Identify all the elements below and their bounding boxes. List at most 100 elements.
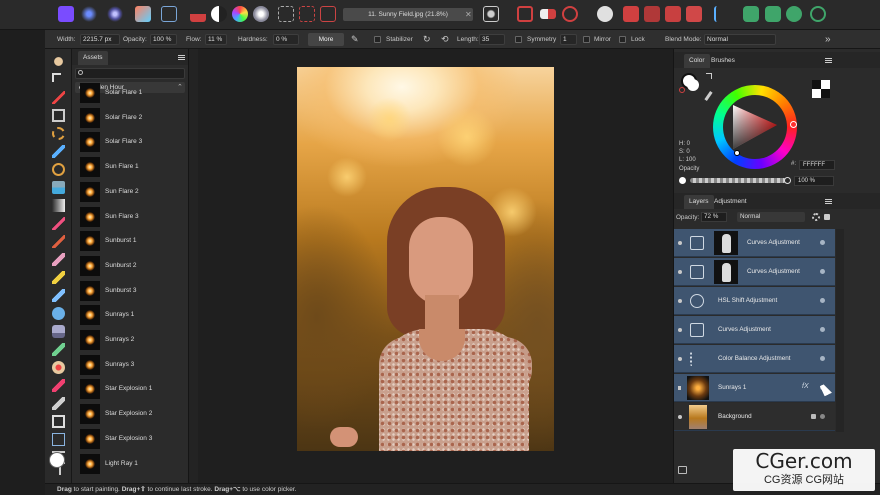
mesh-warp-tool-icon[interactable] [52,379,65,392]
asset-item[interactable]: Star Explosion 2 [72,402,188,426]
saturation-triangle[interactable] [729,103,779,151]
tab-assets[interactable]: Assets [78,51,108,65]
layer-row[interactable]: Curves Adjustment [674,258,835,286]
saturation-handle[interactable] [734,150,740,156]
symmetry-checkbox[interactable] [515,36,522,43]
layer-select-indicator[interactable] [820,240,825,245]
color-opacity-slider-handle[interactable] [784,177,791,184]
layer-fx-icon[interactable]: fX [802,383,809,390]
arrange-back-icon[interactable] [623,6,639,22]
asset-item[interactable]: Sunrays 1 [72,303,188,327]
auto-color-icon[interactable] [232,6,248,22]
hue-handle[interactable] [790,121,797,128]
asset-item[interactable]: Solar Flare 3 [72,130,188,154]
layer-select-indicator[interactable] [820,356,825,361]
layer-row[interactable]: HSL Shift Adjustment [674,287,835,315]
selection-mode-icon[interactable] [278,6,294,22]
auto-levels-icon[interactable] [211,6,227,22]
pixel-tool-icon[interactable] [52,235,65,248]
pen-tool-icon[interactable] [52,397,65,410]
boolean-add-icon[interactable] [743,6,759,22]
tab-adjustment[interactable]: Adjustment [709,195,752,209]
flood-select-tool-icon[interactable] [52,145,65,158]
crop-icon[interactable] [517,6,533,22]
layer-lock-icon[interactable] [811,414,816,419]
assistant-icon[interactable] [597,6,613,22]
hardness-field[interactable]: 0 % [273,34,299,45]
color-mode-icon[interactable] [812,80,830,98]
layer-select-indicator[interactable] [820,327,825,332]
move-tool-icon[interactable] [52,73,61,82]
assets-search-input[interactable] [75,68,185,79]
color-swatch-fill-icon[interactable] [49,452,65,468]
asset-item[interactable]: Sunrays 2 [72,328,188,352]
tab-brushes[interactable]: Brushes [706,54,740,68]
asset-item[interactable]: Solar Flare 1 [72,81,188,105]
close-document-icon[interactable]: ✕ [465,8,472,21]
more-button[interactable]: More [308,33,344,46]
layer-blend-select[interactable]: Normal [737,212,805,222]
dodge-brush-tool-icon[interactable] [52,271,65,284]
stabilizer-checkbox[interactable] [374,36,381,43]
opacity-field[interactable]: 100 % [150,34,177,45]
clone-brush-tool-icon[interactable] [52,325,65,338]
asset-item[interactable]: Sunburst 2 [72,254,188,278]
document-photo[interactable] [297,67,554,451]
develop-persona-icon[interactable] [107,6,123,22]
layer-visibility-icon[interactable] [678,241,682,245]
layer-visibility-icon[interactable] [678,357,682,361]
app-logo-icon[interactable] [58,6,74,22]
layer-row[interactable]: Curves Adjustment [674,316,835,344]
blend-mode-select[interactable]: Normal [704,34,776,45]
boolean-intersect-icon[interactable] [786,6,802,22]
layer-select-indicator[interactable] [820,298,825,303]
expand-icon[interactable]: » [825,30,831,49]
color-opacity-slider[interactable] [690,178,786,183]
histogram-icon[interactable] [190,6,206,22]
selection-brush-tool-icon[interactable] [52,127,65,140]
symmetry-count-field[interactable]: 1 [560,34,577,45]
layer-visibility-icon[interactable] [678,270,682,274]
view-mode-icon[interactable] [483,6,499,22]
swap-colors-icon[interactable] [706,73,712,79]
layer-settings-icon[interactable] [812,213,820,221]
asset-item[interactable]: Star Explosion 3 [72,427,188,451]
secondary-color-swatch[interactable] [687,79,699,91]
layer-mask-thumbnail[interactable] [714,260,738,284]
split-view-icon[interactable] [540,9,556,19]
document-tab[interactable]: 11. Sunny Field.jpg (21.8%) [343,8,473,21]
hand-tool-icon[interactable] [52,55,65,68]
tone-map-persona-icon[interactable] [135,6,151,22]
layer-row[interactable]: Background [674,403,835,431]
paint-brush-tool-icon[interactable] [52,217,65,230]
asset-item[interactable]: Star Explosion 1 [72,377,188,401]
panel-menu-icon[interactable] [178,55,185,60]
asset-item[interactable]: Solar Flare 2 [72,106,188,130]
rectangle-tool-icon[interactable] [52,415,65,428]
layer-select-indicator[interactable] [820,269,825,274]
smudge-brush-tool-icon[interactable] [52,289,65,302]
hex-input[interactable]: FFFFFF [799,160,835,170]
asset-item[interactable]: Sunrays 3 [72,353,188,377]
layers-footer-icon[interactable] [678,466,687,474]
asset-item[interactable]: Sun Flare 1 [72,155,188,179]
window-mode-icon[interactable]: ⟲ [441,30,449,49]
text-tool-icon[interactable] [52,433,65,446]
export-persona-icon[interactable] [161,6,177,22]
layer-row[interactable]: Curves Adjustment [674,229,835,257]
layer-mask-thumbnail[interactable] [714,231,738,255]
asset-item[interactable]: Sun Flare 2 [72,180,188,204]
quick-mask-icon[interactable] [320,6,336,22]
brush-icon[interactable]: ✎ [351,30,359,49]
layer-visibility-icon[interactable] [678,299,682,303]
more-tools-icon[interactable] [57,467,61,475]
erase-brush-tool-icon[interactable] [52,253,65,266]
layer-row[interactable]: Sunrays 1 fX [674,374,835,402]
lock-checkbox[interactable] [619,36,626,43]
flood-fill-tool-icon[interactable] [52,181,65,194]
asset-item[interactable]: Light Ray 1 [72,452,188,476]
marquee-icon[interactable] [299,6,315,22]
layer-lock-icon[interactable] [824,214,830,220]
arrange-top-icon[interactable] [686,6,702,22]
asset-item[interactable]: Sunburst 1 [72,229,188,253]
